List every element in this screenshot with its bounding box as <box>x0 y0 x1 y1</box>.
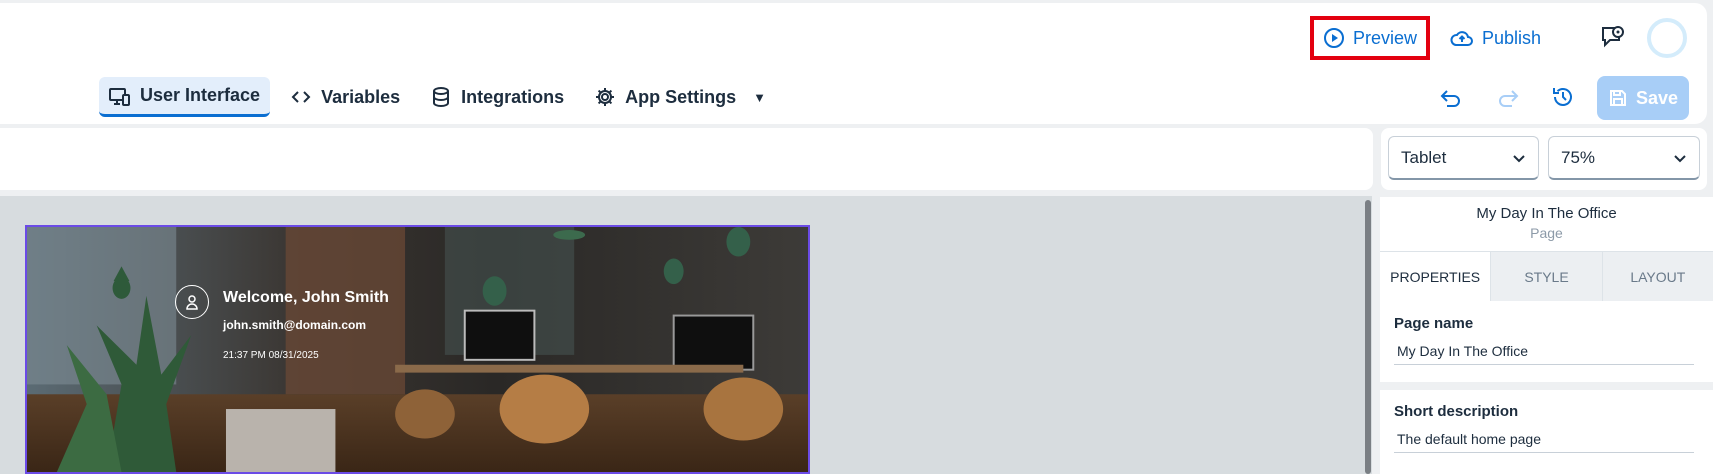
publish-label: Publish <box>1482 27 1542 48</box>
cloud-upload-icon <box>1450 31 1473 46</box>
tab-style[interactable]: STYLE <box>1490 252 1602 301</box>
gear-icon <box>596 88 615 106</box>
canvas-toolbar <box>0 128 1373 190</box>
tab-label: User Interface <box>140 85 261 105</box>
office-background-image <box>27 227 808 472</box>
save-label: Save <box>1635 87 1679 108</box>
zoom-select[interactable]: 75% <box>1548 136 1700 180</box>
save-button[interactable]: Save <box>1597 76 1689 120</box>
panel-divider <box>1380 382 1713 390</box>
caret-down-icon[interactable]: ▼ <box>753 90 766 105</box>
tab-label: Variables <box>321 86 401 107</box>
preview-button[interactable]: Preview <box>1310 16 1430 60</box>
page-name-label: Page name <box>1394 315 1474 332</box>
preview-label: Preview <box>1352 27 1418 48</box>
panel-tabs: PROPERTIES STYLE LAYOUT <box>1380 251 1713 301</box>
user-email: john.smith@domain.com <box>223 318 367 332</box>
properties-panel: My Day In The Office Page PROPERTIES STY… <box>1380 197 1713 474</box>
redo-icon[interactable] <box>1496 85 1520 109</box>
panel-subtitle: Page <box>1530 225 1563 241</box>
tab-variables[interactable]: Variables <box>280 77 410 117</box>
tab-label: App Settings <box>625 86 737 107</box>
tab-integrations[interactable]: Integrations <box>420 77 574 117</box>
top-header: Preview Publish User Interface Variables… <box>0 3 1707 124</box>
chevron-down-icon <box>1513 154 1525 162</box>
tab-layout[interactable]: LAYOUT <box>1601 252 1713 301</box>
avatar[interactable] <box>1647 18 1687 58</box>
panel-title: My Day In The Office <box>1476 205 1617 222</box>
page-name-field[interactable]: My Day In The Office <box>1394 341 1694 365</box>
feedback-icon[interactable] <box>1600 24 1626 50</box>
timestamp: 21:37 PM 08/31/2025 <box>223 350 319 361</box>
viewport-selectors: Tablet 75% <box>1381 128 1707 190</box>
database-icon <box>433 87 450 107</box>
undo-icon[interactable] <box>1439 85 1463 109</box>
main-tabs: User Interface Variables Integrations Ap… <box>99 76 776 118</box>
zoom-value: 75% <box>1561 147 1596 167</box>
short-description-field[interactable]: The default home page <box>1394 429 1694 453</box>
history-icon[interactable] <box>1551 85 1575 109</box>
tab-label: Integrations <box>461 86 565 107</box>
device-select[interactable]: Tablet <box>1388 136 1539 180</box>
user-avatar-icon <box>175 285 209 319</box>
monitor-phone-icon <box>109 87 130 106</box>
short-description-label: Short description <box>1394 403 1519 420</box>
chevron-down-icon <box>1674 154 1686 162</box>
app-builder: Preview Publish User Interface Variables… <box>0 0 1713 474</box>
play-circle-icon <box>1323 28 1344 48</box>
tab-app-settings[interactable]: App Settings ▼ <box>584 77 776 117</box>
publish-button[interactable]: Publish <box>1450 22 1541 54</box>
device-value: Tablet <box>1401 147 1447 167</box>
tab-user-interface[interactable]: User Interface <box>99 77 271 117</box>
canvas-scrollbar[interactable] <box>1365 200 1371 474</box>
tab-properties[interactable]: PROPERTIES <box>1380 252 1491 301</box>
welcome-title: Welcome, John Smith <box>223 289 389 306</box>
page-preview-frame[interactable]: Welcome, John Smith john.smith@domain.co… <box>25 225 810 474</box>
code-icon <box>291 91 311 103</box>
save-icon <box>1609 90 1626 106</box>
